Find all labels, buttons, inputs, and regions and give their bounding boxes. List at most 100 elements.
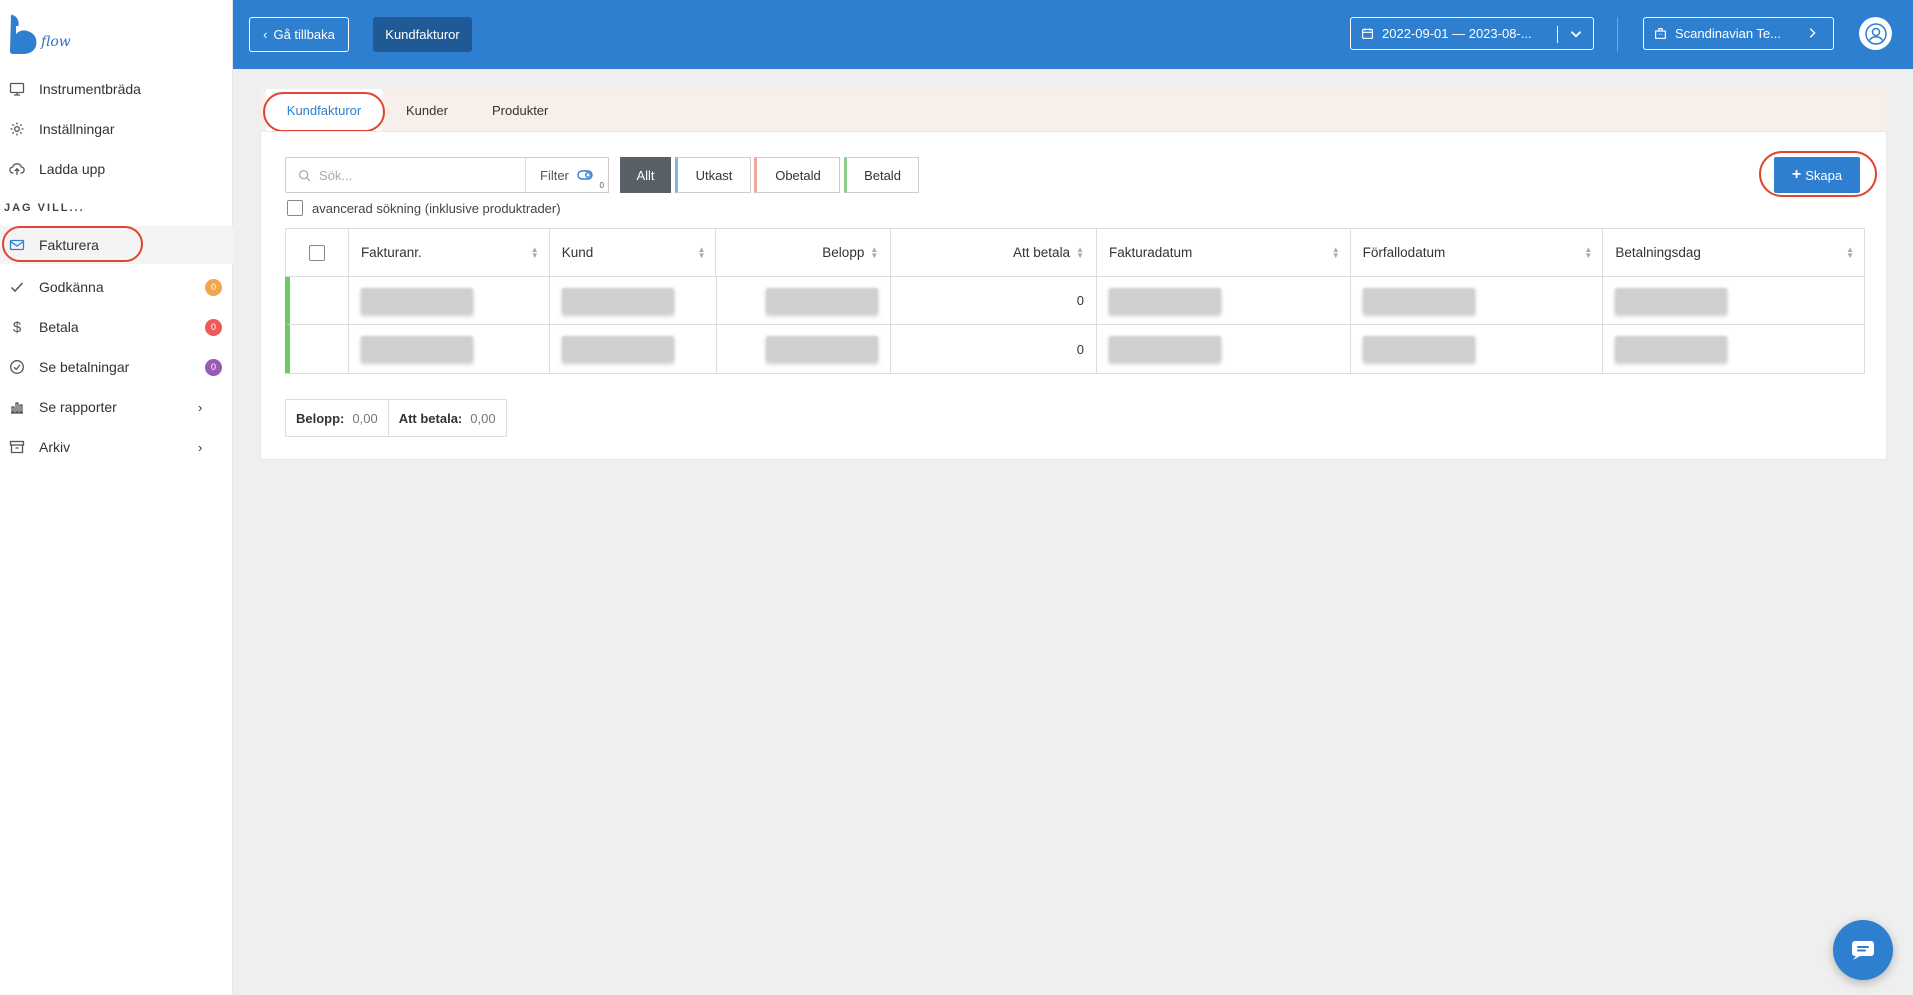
logo-b-icon xyxy=(10,14,37,54)
redacted-value xyxy=(1615,336,1728,362)
chevron-right-icon: › xyxy=(198,439,203,455)
chevron-right-icon: › xyxy=(198,399,203,415)
app-logo[interactable]: flow xyxy=(8,14,72,56)
att-betala-value: 0 xyxy=(891,325,1098,373)
status-filter-utkast[interactable]: Utkast xyxy=(675,157,751,193)
att-betala-value: 0 xyxy=(891,277,1098,324)
column-header[interactable]: Belopp ▲ ▼ xyxy=(716,229,892,276)
chat-icon xyxy=(1852,941,1874,960)
count-badge: 0 xyxy=(205,278,222,296)
cloud-upload-icon xyxy=(8,160,26,178)
redacted-value xyxy=(561,287,674,314)
dollar-icon: $ xyxy=(12,318,22,336)
sidebar-item-label: Betala xyxy=(39,319,79,335)
sort-icon: ▲ ▼ xyxy=(697,245,706,260)
total-belopp: Belopp: 0,00 xyxy=(296,410,378,426)
search-field[interactable] xyxy=(285,157,526,193)
sidebar-item-installningar[interactable]: Inställningar xyxy=(0,110,233,148)
advanced-search: avancerad sökning (inklusive produktrade… xyxy=(287,200,561,216)
status-filter-betald[interactable]: Betald xyxy=(844,157,919,193)
sort-icon: ▲ ▼ xyxy=(870,244,879,260)
table-row[interactable]: 0 xyxy=(285,277,1864,325)
column-header[interactable]: Betalningsdag ▲ ▼ xyxy=(1603,229,1864,276)
chevron-down-icon[interactable] xyxy=(1567,25,1585,43)
redacted-value xyxy=(561,336,674,362)
filter-count: 0 xyxy=(599,181,604,190)
chevron-right-icon xyxy=(1809,28,1816,38)
top-header: ‹ Gå tillbaka Kundfakturor 2022-09-01 — … xyxy=(233,0,1913,69)
sidebar-item-label: Se rapporter xyxy=(39,399,117,415)
advanced-search-checkbox[interactable] xyxy=(287,200,303,216)
redacted-value xyxy=(766,336,879,362)
sidebar-item-se-betalningar[interactable]: Se betalningar 0 xyxy=(0,348,233,386)
sidebar-item-label: Arkiv xyxy=(39,439,71,455)
redacted-value xyxy=(360,336,473,362)
count-badge: 0 xyxy=(205,358,222,376)
annotation-highlight xyxy=(263,92,385,132)
count-badge: 0 xyxy=(205,318,222,336)
redacted-value xyxy=(766,287,879,314)
date-range-picker[interactable]: 2022-09-01 — 2023-08-... xyxy=(1350,17,1594,50)
calendar-icon xyxy=(1362,28,1373,39)
toggle-icon xyxy=(577,170,593,180)
building-icon xyxy=(1655,28,1666,39)
annotation-highlight xyxy=(2,226,143,262)
sidebar-item-label: Inställningar xyxy=(39,121,115,137)
check-circle-icon xyxy=(8,358,26,376)
sidebar-item-ladda-upp[interactable]: Ladda upp xyxy=(0,150,233,188)
section-label: JAG VILL... xyxy=(4,202,85,214)
select-all-checkbox[interactable] xyxy=(308,244,325,261)
logo-text: flow xyxy=(41,34,71,50)
status-filter-all[interactable]: Allt xyxy=(620,157,671,193)
search-input[interactable] xyxy=(319,167,499,183)
status-filter-obetald[interactable]: Obetald xyxy=(754,157,840,193)
column-header[interactable]: Att betala ▲ ▼ xyxy=(891,229,1097,276)
tab-produkter[interactable]: Produkter xyxy=(492,89,548,131)
back-button[interactable]: ‹ Gå tillbaka xyxy=(249,17,349,52)
bar-chart-icon xyxy=(8,398,26,416)
user-icon xyxy=(1864,22,1887,45)
table-header: Fakturanr. ▲ ▼ Kund ▲ ▼ Belopp ▲ ▼ Att betala ▲… xyxy=(286,229,1864,277)
redacted-value xyxy=(1615,287,1728,314)
redacted-value xyxy=(1109,287,1222,314)
sort-icon: ▲ ▼ xyxy=(1076,244,1084,260)
company-selector[interactable]: Scandinavian Te... xyxy=(1643,17,1834,50)
sidebar-item-label: Ladda upp xyxy=(39,161,106,177)
search-icon xyxy=(298,169,311,181)
date-range-value: 2022-09-01 — 2023-08-... xyxy=(1382,26,1532,41)
user-avatar[interactable] xyxy=(1859,17,1892,50)
company-name: Scandinavian Te... xyxy=(1675,26,1781,41)
check-icon xyxy=(8,278,26,296)
tab-kunder[interactable]: Kunder xyxy=(406,89,448,131)
column-header[interactable]: Fakturadatum ▲ ▼ xyxy=(1097,229,1351,276)
invoice-panel: Filter 0 Allt Utkast Obetald Betald + Sk… xyxy=(260,131,1887,460)
sidebar-item-arkiv[interactable]: Arkiv › xyxy=(0,428,233,466)
sidebar-item-label: Instrumentbräda xyxy=(39,81,141,97)
gear-icon xyxy=(8,120,26,138)
sidebar-item-se-rapporter[interactable]: Se rapporter › xyxy=(0,388,233,426)
chat-button[interactable] xyxy=(1833,920,1893,980)
tab-bar: Kundfakturor Kunder Produkter xyxy=(260,89,1887,131)
filter-button[interactable]: Filter 0 xyxy=(525,157,609,193)
sort-icon: ▲ ▼ xyxy=(1331,245,1340,260)
advanced-search-label: avancerad sökning (inklusive produktrade… xyxy=(312,200,561,216)
redacted-value xyxy=(360,287,473,314)
create-button[interactable]: + Skapa xyxy=(1774,157,1860,193)
column-header[interactable]: Kund ▲ ▼ xyxy=(550,229,717,276)
plus-icon: + xyxy=(1791,166,1802,183)
sidebar: flow Instrumentbräda Inställningar Ladda… xyxy=(0,0,233,995)
sidebar-item-betala[interactable]: $ Betala 0 xyxy=(0,308,233,346)
column-header[interactable]: Fakturanr. ▲ ▼ xyxy=(349,229,550,276)
sort-icon: ▲ ▼ xyxy=(1846,245,1854,260)
sidebar-item-godkanna[interactable]: Godkänna 0 xyxy=(0,268,233,306)
column-header[interactable]: Förfallodatum ▲ ▼ xyxy=(1351,229,1604,276)
monitor-icon xyxy=(8,80,26,98)
archive-icon xyxy=(8,438,26,456)
sort-icon: ▲ ▼ xyxy=(1584,245,1593,260)
chevron-left-icon: ‹ xyxy=(263,27,268,42)
totals-summary: Belopp: 0,00 Att betala: 0,00 xyxy=(285,399,507,437)
table-row[interactable]: 0 xyxy=(285,325,1864,373)
sidebar-item-instrumentbrada[interactable]: Instrumentbräda xyxy=(0,70,233,108)
sort-icon: ▲ ▼ xyxy=(530,245,539,260)
sidebar-item-label: Se betalningar xyxy=(39,359,130,375)
